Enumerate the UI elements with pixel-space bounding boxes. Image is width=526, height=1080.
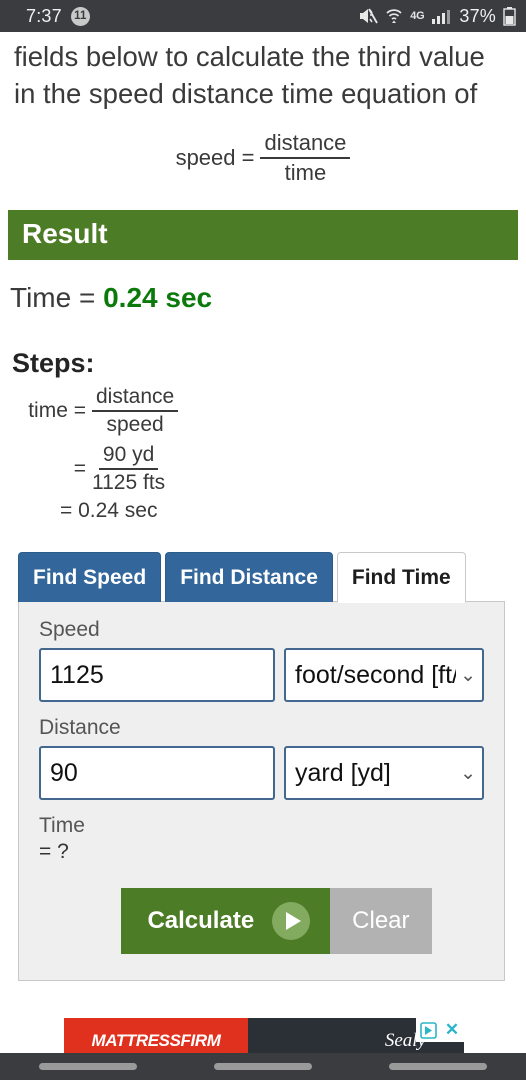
step1-denominator: speed: [106, 413, 164, 436]
network-type-label: 4G: [410, 10, 425, 22]
distance-label: Distance: [39, 716, 121, 739]
result-label: Time =: [10, 282, 104, 313]
back-button[interactable]: [389, 1063, 488, 1070]
mute-icon: [358, 7, 379, 25]
action-buttons: Calculate Clear: [39, 888, 484, 954]
ad-brand-suffix: FIRM: [180, 1031, 221, 1050]
formula-denominator: time: [284, 160, 327, 185]
notification-count-badge: 11: [70, 6, 90, 26]
formula-numerator: distance: [260, 130, 351, 159]
step-line-2: = 90 yd 1125 fts: [22, 443, 526, 495]
calculate-button-label: Calculate: [147, 907, 255, 934]
time-output-value: = ?: [39, 840, 69, 863]
step2-lead: =: [73, 457, 86, 480]
formula-lhs: speed =: [175, 145, 255, 170]
speed-input[interactable]: 1125: [39, 648, 275, 702]
time-output-block: Time = ?: [39, 814, 484, 864]
result-heading: Result: [8, 210, 518, 260]
tab-find-time[interactable]: Find Time: [336, 552, 466, 603]
phone-screen: 7:37 11 4G 37% fields below to calculate…: [0, 0, 526, 1080]
formula-fraction: distance time: [260, 130, 351, 186]
time-output-label: Time: [39, 814, 85, 837]
tab-find-speed[interactable]: Find Speed: [18, 552, 162, 602]
step-line-1: time = distance speed: [22, 385, 526, 437]
play-icon: [272, 902, 311, 940]
calculator-widget: Find Speed Find Distance Find Time Speed…: [0, 551, 526, 981]
article-paragraph: fields below to calculate the third valu…: [14, 41, 485, 109]
clear-button[interactable]: Clear: [330, 888, 432, 954]
distance-unit-value: yard [yd]: [295, 758, 391, 787]
battery-percent-label: 37%: [459, 5, 496, 26]
distance-unit-select[interactable]: yard [yd] ⌄: [284, 746, 484, 800]
status-clock: 7:37: [26, 5, 62, 26]
speed-unit-select[interactable]: foot/second [ft/s ⌄: [284, 648, 484, 702]
recents-button[interactable]: [38, 1063, 137, 1070]
signal-bars-icon: [431, 8, 451, 24]
speed-label: Speed: [39, 618, 100, 641]
adchoices-icon[interactable]: [416, 1018, 440, 1042]
speed-field-block: Speed 1125 foot/second [ft/s ⌄: [39, 618, 484, 702]
ad-controls: ✕: [416, 1018, 464, 1042]
steps-body: time = distance speed = 90 yd 1125 fts =…: [0, 385, 526, 523]
find-time-panel: Speed 1125 foot/second [ft/s ⌄ Distance …: [18, 601, 505, 981]
distance-field-row: 90 yard [yd] ⌄: [39, 746, 484, 800]
distance-field-block: Distance 90 yard [yd] ⌄: [39, 716, 484, 800]
android-nav-bar: [0, 1053, 526, 1080]
result-value: 0.24 sec: [103, 282, 213, 313]
step2-denominator: 1125 fts: [92, 471, 166, 494]
tab-find-distance[interactable]: Find Distance: [165, 552, 333, 602]
wifi-icon: [385, 7, 403, 25]
step1-lead: time =: [28, 399, 86, 422]
speed-field-row: 1125 foot/second [ft/s ⌄: [39, 648, 484, 702]
result-line: Time = 0.24 sec: [0, 260, 526, 314]
speed-formula: speed = distance time: [0, 130, 526, 186]
status-icons: 4G 37%: [358, 6, 516, 27]
calculator-tabs: Find Speed Find Distance Find Time: [18, 551, 526, 603]
close-icon[interactable]: ✕: [440, 1018, 464, 1042]
step2-numerator: 90 yd: [98, 443, 159, 470]
step1-fraction: distance speed: [92, 385, 179, 437]
step-line-3: = 0.24 sec: [60, 499, 158, 522]
steps-title: Steps:: [12, 348, 95, 378]
chevron-down-icon: ⌄: [460, 762, 476, 784]
battery-icon: [503, 6, 516, 26]
step2-fraction: 90 yd 1125 fts: [92, 443, 165, 495]
distance-input[interactable]: 90: [39, 746, 275, 800]
calculate-button[interactable]: Calculate: [121, 888, 331, 954]
home-button[interactable]: [213, 1063, 312, 1070]
ad-brand-prefix: MATTRESS: [91, 1031, 181, 1050]
speed-unit-value: foot/second [ft/s: [295, 660, 457, 689]
chevron-down-icon: ⌄: [460, 664, 476, 686]
status-bar: 7:37 11 4G 37%: [0, 0, 526, 32]
step1-numerator: distance: [92, 385, 179, 412]
